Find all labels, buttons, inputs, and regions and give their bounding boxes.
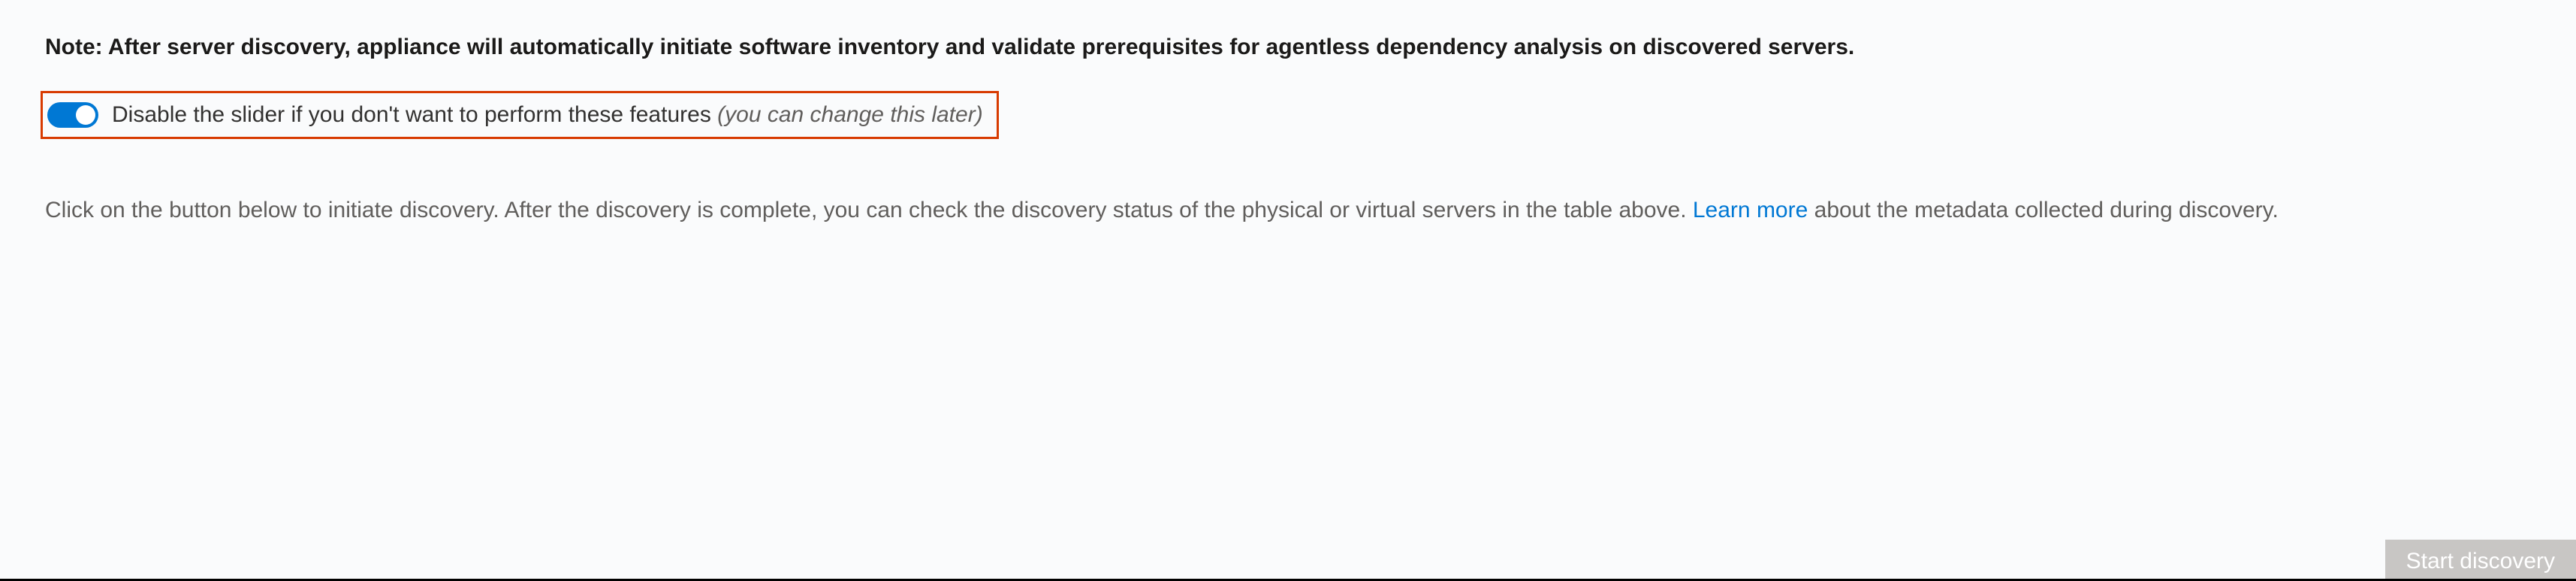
note-prefix: Note:: [45, 35, 108, 59]
learn-more-link[interactable]: Learn more: [1693, 198, 1808, 222]
instructions-text: Click on the button below to initiate di…: [45, 193, 2448, 228]
instructions-after: about the metadata collected during disc…: [1808, 198, 2278, 222]
feature-toggle-row: Disable the slider if you don't want to …: [41, 91, 999, 139]
toggle-thumb: [76, 105, 95, 125]
note-body: After server discovery, appliance will a…: [108, 35, 1854, 59]
feature-toggle[interactable]: [47, 102, 98, 128]
toggle-label: Disable the slider if you don't want to …: [112, 102, 983, 128]
instructions-before: Click on the button below to initiate di…: [45, 198, 1693, 222]
start-discovery-button[interactable]: Start discovery: [2385, 540, 2576, 579]
note-heading: Note: After server discovery, appliance …: [45, 30, 2448, 64]
toggle-label-main: Disable the slider if you don't want to …: [112, 102, 717, 127]
toggle-label-hint: (you can change this later): [717, 102, 983, 127]
